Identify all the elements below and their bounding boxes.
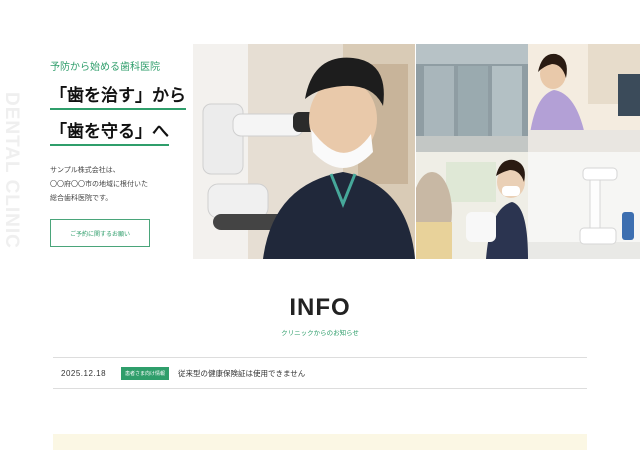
news-date: 2025.12.18	[61, 368, 107, 378]
reception-photo	[528, 44, 640, 152]
hero-description-line: 総合歯科医院です。	[50, 194, 113, 202]
hero-description: サンプル株式会社は、 〇〇府〇〇市の地域に根付いた 総合歯科医院です。	[50, 163, 200, 205]
hero-photo-dentist	[193, 44, 415, 259]
hero-headline-line1: 「歯を治す」から	[50, 81, 186, 110]
hero-headline-line2: 「歯を守る」へ	[50, 117, 169, 146]
bottom-banner-strip	[53, 434, 587, 450]
hero-text-block: 予防から始める歯科医院 「歯を治す」から 「歯を守る」へ サンプル株式会社は、 …	[50, 58, 200, 247]
clinic-interior-photo	[416, 44, 528, 152]
dental-clinic-vertical-text: DENTAL CLINIC	[1, 92, 22, 249]
info-section-subtitle: クリニックからのお知らせ	[281, 329, 359, 337]
hero-description-line: 〇〇府〇〇市の地域に根付いた	[50, 180, 148, 188]
xray-equipment-photo	[528, 152, 640, 259]
hero-description-line: サンプル株式会社は、	[50, 166, 120, 174]
hero-tagline: 予防から始める歯科医院	[50, 62, 160, 73]
news-title-link[interactable]: 従来型の健康保険証は使用できません	[178, 368, 305, 379]
news-item[interactable]: 2025.12.18 患者さま向け情報 従来型の健康保険証は使用できません	[53, 357, 587, 389]
hygienist-photo	[416, 152, 528, 259]
appointment-notice-button[interactable]: ご予約に関するお願い	[50, 219, 150, 247]
info-section-title: INFO	[289, 294, 351, 321]
news-category-badge: 患者さま向け情報	[121, 366, 170, 380]
